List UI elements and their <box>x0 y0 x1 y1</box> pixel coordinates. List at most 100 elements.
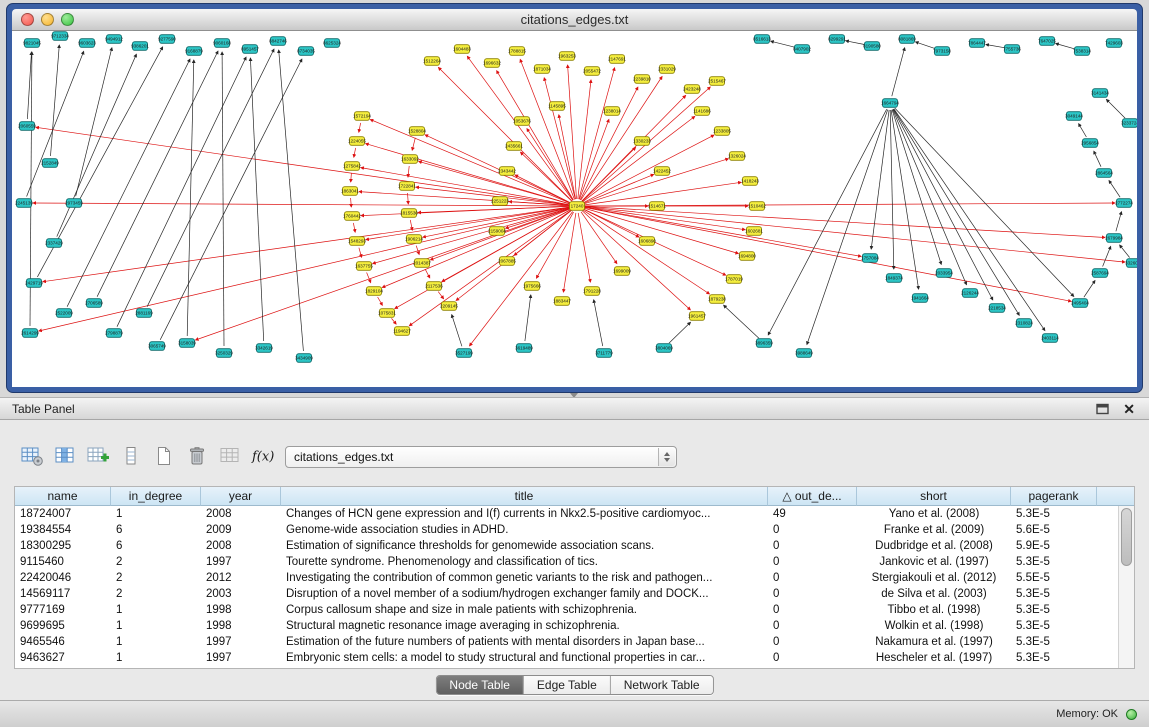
graph-node[interactable]: 2679984 <box>1105 234 1123 243</box>
graph-node[interactable]: 2403114 <box>1041 334 1059 343</box>
graph-node[interactable]: 1422452 <box>653 167 671 176</box>
graph-node[interactable]: 3434909 <box>295 354 313 363</box>
graph-node[interactable]: 1224055 <box>348 137 366 146</box>
graph-node[interactable]: 1233805 <box>713 127 731 136</box>
graph-node[interactable]: 2147691 <box>608 55 626 64</box>
graph-node[interactable]: 9386201 <box>131 42 149 51</box>
graph-node[interactable]: 1871034 <box>533 65 551 74</box>
graph-node[interactable]: 3158039 <box>178 339 196 348</box>
vertical-scrollbar[interactable] <box>1118 506 1134 668</box>
graph-node[interactable]: 2973459 <box>65 199 83 208</box>
graph-node[interactable]: 3342619 <box>255 344 273 353</box>
table-row[interactable]: 2242004622012Investigating the contribut… <box>15 570 1118 586</box>
table-row[interactable]: 1456911722003Disruption of a novel membe… <box>15 586 1118 602</box>
graph-node[interactable]: 1791228 <box>583 287 601 296</box>
graph-node[interactable]: 2706589 <box>85 299 103 308</box>
graph-node[interactable]: 1633092 <box>401 155 419 164</box>
graph-node[interactable]: 2209145 <box>440 302 458 311</box>
table-row[interactable]: 977716911998Corpus callosum shape and si… <box>15 602 1118 618</box>
graph-node[interactable]: 2495404 <box>1071 299 1089 308</box>
graph-node[interactable]: 2060559 <box>18 122 36 131</box>
graph-node[interactable]: 1418243 <box>741 177 759 186</box>
table-mode-icon[interactable] <box>18 443 46 469</box>
import-table-icon[interactable] <box>216 443 244 469</box>
scrollbar-thumb[interactable] <box>1121 508 1132 566</box>
graph-node[interactable]: 1757084 <box>861 254 879 263</box>
column-header-short[interactable]: short <box>857 487 1011 506</box>
graph-node[interactable]: 2587694 <box>1091 269 1109 278</box>
graph-node[interactable]: 1664794 <box>881 99 899 108</box>
graph-node[interactable]: 1883447 <box>553 297 571 306</box>
graph-node[interactable]: 2331029 <box>658 65 676 74</box>
graph-node[interactable]: 8407902 <box>793 45 811 54</box>
tab-network-table[interactable]: Network Table <box>611 676 713 694</box>
graph-node[interactable]: 2423248 <box>683 85 701 94</box>
column-header-out_de[interactable]: △ out_de... <box>768 487 857 506</box>
graph-node[interactable]: 2245139 <box>15 199 33 208</box>
graph-node[interactable]: 2614299 <box>21 329 39 338</box>
graph-node[interactable]: 1330233 <box>633 137 651 146</box>
table-row[interactable]: 946362711997Embryonic stem cells: a mode… <box>15 650 1118 666</box>
zoom-window-button[interactable] <box>61 13 74 26</box>
graph-node[interactable]: 1528804 <box>408 127 426 136</box>
graph-node[interactable]: 2772274 <box>1115 199 1133 208</box>
tab-node-table[interactable]: Node Table <box>436 676 524 694</box>
graph-node[interactable]: 2218534 <box>988 304 1006 313</box>
new-file-icon[interactable] <box>150 443 178 469</box>
create-column-icon[interactable] <box>84 443 112 469</box>
table-row[interactable]: 969969511998Structural magnetic resonanc… <box>15 618 1118 634</box>
graph-node[interactable]: 8299291 <box>828 35 846 44</box>
float-panel-icon[interactable] <box>1096 403 1109 415</box>
table-row[interactable]: 1830029562008Estimation of significance … <box>15 538 1118 554</box>
network-canvas[interactable]: 1724015721941224055127584218630411760442… <box>12 31 1137 387</box>
graph-node[interactable]: 2864564 <box>1095 169 1113 178</box>
graph-node[interactable]: 7864447 <box>968 39 986 48</box>
table-row[interactable]: 1938455462009Genome-wide association stu… <box>15 522 1118 538</box>
close-window-button[interactable] <box>21 13 34 26</box>
graph-node[interactable]: 9060168 <box>213 39 231 48</box>
graph-node[interactable]: 2429719 <box>25 279 43 288</box>
graph-node[interactable]: 1722841 <box>398 182 416 191</box>
graph-node[interactable]: 7538314 <box>1073 47 1091 56</box>
graph-node[interactable]: 1510462 <box>748 202 766 211</box>
graph-node[interactable]: 1975666 <box>523 282 541 291</box>
graph-node[interactable]: 1604483 <box>453 45 471 54</box>
graph-node[interactable]: 1829104 <box>365 287 383 296</box>
graph-node[interactable]: 2435661 <box>505 142 523 151</box>
graph-node[interactable]: 1602681 <box>745 227 763 236</box>
graph-node[interactable]: 1514671 <box>648 202 666 211</box>
graph-node[interactable]: 9168879 <box>185 47 203 56</box>
graph-node[interactable]: 2152849 <box>41 159 59 168</box>
row-mode-icon[interactable] <box>117 443 145 469</box>
graph-node[interactable]: 2522009 <box>55 309 73 318</box>
tab-edge-table[interactable]: Edge Table <box>524 676 611 694</box>
graph-node[interactable]: 1275842 <box>343 162 361 171</box>
graph-node[interactable]: 1548293 <box>348 237 366 246</box>
graph-node[interactable]: 3141434 <box>1091 89 1109 98</box>
graph-node[interactable]: 1879238 <box>708 295 726 304</box>
window-titlebar[interactable]: citations_edges.txt <box>12 9 1137 31</box>
graph-node[interactable]: 1572194 <box>353 112 371 121</box>
graph-node[interactable]: 2117536 <box>425 282 443 291</box>
graph-node[interactable]: 1961457 <box>688 312 706 321</box>
graph-node[interactable]: 9712334 <box>51 32 69 41</box>
graph-node[interactable]: 3804069 <box>655 344 673 353</box>
graph-node[interactable]: 17240 <box>570 202 585 211</box>
graph-node[interactable]: 2251223 <box>491 197 509 206</box>
graph-node[interactable]: 9821045 <box>23 39 41 48</box>
graph-node[interactable]: 2055472 <box>583 67 601 76</box>
column-header-in_degree[interactable]: in_degree <box>111 487 201 506</box>
graph-node[interactable]: 9277590 <box>158 35 176 44</box>
graph-node[interactable]: 2014387 <box>413 259 431 268</box>
graph-node[interactable]: 1696632 <box>483 59 501 68</box>
graph-node[interactable]: 3049144 <box>1065 112 1083 121</box>
function-builder-icon[interactable]: f(x) <box>249 443 277 469</box>
graph-node[interactable]: 3233724 <box>1121 119 1137 128</box>
graph-node[interactable]: 7429603 <box>1105 39 1123 48</box>
graph-node[interactable]: 1075831 <box>378 309 396 318</box>
graph-node[interactable]: 2337429 <box>45 239 63 248</box>
graph-node[interactable]: 8734035 <box>297 47 315 56</box>
delete-column-icon[interactable] <box>183 443 211 469</box>
column-header-pagerank[interactable]: pagerank <box>1011 487 1097 506</box>
close-panel-icon[interactable]: ✕ <box>1123 403 1135 415</box>
